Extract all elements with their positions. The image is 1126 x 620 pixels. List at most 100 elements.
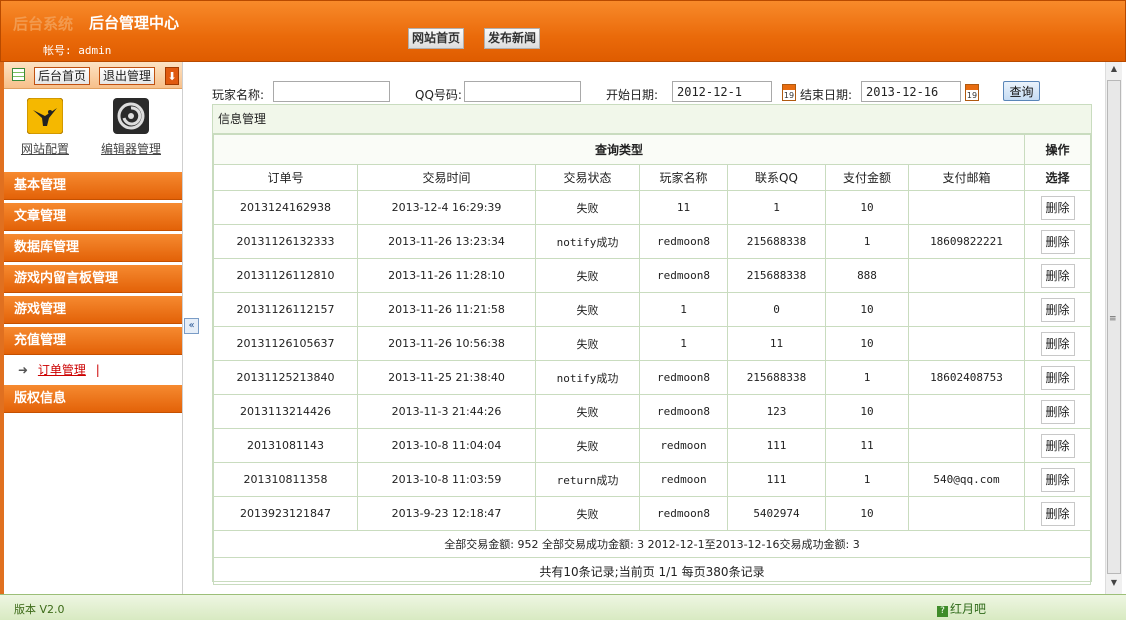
cell-player: 1 <box>639 326 728 361</box>
delete-button[interactable]: 删除 <box>1040 365 1075 390</box>
table-row: 20131081143 2013-10-8 11:04:04 失败 redmoon 11… <box>213 428 1091 463</box>
nav-home-button[interactable]: 网站首页 <box>408 28 465 49</box>
cell-player: redmoon <box>639 462 728 497</box>
main-content: 玩家名称: QQ号码: 开始日期: 19 结束日期: 19 查询 信息管理 查询… <box>200 62 1105 594</box>
cell-player: redmoon8 <box>639 360 728 395</box>
player-name-label: 玩家名称: <box>212 88 265 102</box>
vertical-scrollbar[interactable]: ▲ ≡ ▼ <box>1105 62 1122 594</box>
menu-recharge[interactable]: 充值管理 <box>4 327 182 355</box>
quick-site-config[interactable]: 网站配置 <box>10 97 80 157</box>
cell-qq: 111 <box>727 462 826 497</box>
end-calendar-icon[interactable]: 19 <box>965 84 979 101</box>
delete-button[interactable]: 删除 <box>1040 501 1075 526</box>
submenu-orders[interactable]: ➜ 订单管理 | <box>18 361 100 378</box>
col-select: 选择 <box>1024 164 1091 191</box>
query-button[interactable]: 查询 <box>1003 81 1040 101</box>
menu-articles[interactable]: 文章管理 <box>4 203 182 231</box>
cell-email <box>908 326 1025 361</box>
menu-basic[interactable]: 基本管理 <box>4 172 182 200</box>
cell-time: 2013-11-26 13:23:34 <box>357 224 536 259</box>
cell-qq: 0 <box>727 292 826 327</box>
cell-order-no: 20131081143 <box>213 428 358 463</box>
cell-email: 18602408753 <box>908 360 1025 395</box>
cell-status: return成功 <box>535 462 640 497</box>
cell-qq: 215688338 <box>727 360 826 395</box>
arrow-down-icon[interactable]: ⬇ <box>165 67 179 85</box>
cell-amount: 10 <box>825 496 909 531</box>
calendar-icon <box>12 68 25 81</box>
scroll-up-icon[interactable]: ▲ <box>1108 64 1120 78</box>
delete-button[interactable]: 删除 <box>1040 399 1075 424</box>
cell-order-no: 2013113214426 <box>213 394 358 429</box>
cell-qq: 123 <box>727 394 826 429</box>
quick-editor-manage-label: 编辑器管理 <box>100 142 161 156</box>
quick-editor-manage[interactable]: 编辑器管理 <box>96 98 166 157</box>
player-name-input[interactable] <box>273 81 390 102</box>
cell-status: 失败 <box>535 258 640 293</box>
cell-amount: 10 <box>825 190 909 225</box>
cell-time: 2013-11-25 21:38:40 <box>357 360 536 395</box>
brand-icon: ? <box>937 606 948 617</box>
qq-input[interactable] <box>464 81 581 102</box>
panel-title: 信息管理 <box>213 105 1091 134</box>
cell-status: 失败 <box>535 326 640 361</box>
cell-action: 删除 <box>1024 360 1091 395</box>
menu-guestbook[interactable]: 游戏内留言板管理 <box>4 265 182 293</box>
cell-action: 删除 <box>1024 394 1091 429</box>
table-row: 20131126132333 2013-11-26 13:23:34 notify成… <box>213 224 1091 259</box>
col-order-no: 订单号 <box>213 164 358 191</box>
cell-qq: 1 <box>727 190 826 225</box>
col-status: 交易状态 <box>535 164 640 191</box>
menu-games[interactable]: 游戏管理 <box>4 296 182 324</box>
cell-email <box>908 428 1025 463</box>
start-date-input[interactable] <box>672 81 772 102</box>
scroll-down-icon[interactable]: ▼ <box>1108 578 1120 592</box>
delete-button[interactable]: 删除 <box>1040 195 1075 220</box>
brand-link[interactable]: ? 红月吧 <box>937 600 986 617</box>
cell-action: 删除 <box>1024 428 1091 463</box>
delete-button[interactable]: 删除 <box>1040 297 1075 322</box>
cell-action: 删除 <box>1024 292 1091 327</box>
spiral-icon <box>113 98 149 134</box>
delete-button[interactable]: 删除 <box>1040 433 1075 458</box>
table-row: 2013923121847 2013-9-23 12:18:47 失败 redmoon… <box>213 496 1091 531</box>
menu-database[interactable]: 数据库管理 <box>4 234 182 262</box>
nav-publish-news-button[interactable]: 发布新闻 <box>484 28 541 49</box>
cell-email <box>908 292 1025 327</box>
sidebar-toolbar: 后台首页 退出管理 ⬇ <box>4 62 182 89</box>
admin-home-button[interactable]: 后台首页 <box>34 67 91 85</box>
cell-status: 失败 <box>535 428 640 463</box>
scroll-thumb[interactable] <box>1107 80 1121 574</box>
cell-time: 2013-11-26 11:21:58 <box>357 292 536 327</box>
cell-amount: 1 <box>825 462 909 497</box>
delete-button[interactable]: 删除 <box>1040 263 1075 288</box>
cell-qq: 215688338 <box>727 258 826 293</box>
menu-copyright[interactable]: 版权信息 <box>4 385 182 413</box>
delete-button[interactable]: 删除 <box>1040 467 1075 492</box>
cell-time: 2013-12-4 16:29:39 <box>357 190 536 225</box>
submenu-orders-link[interactable]: 订单管理 <box>38 363 86 377</box>
cell-time: 2013-10-8 11:03:59 <box>357 462 536 497</box>
bird-icon <box>26 97 64 135</box>
cell-order-no: 20131126112157 <box>213 292 358 327</box>
logout-button[interactable]: 退出管理 <box>99 67 156 85</box>
cell-status: 失败 <box>535 496 640 531</box>
cell-email <box>908 258 1025 293</box>
pagination-text: 共有10条记录;当前页 1/1 每页380条记录 <box>213 557 1091 585</box>
end-date-input[interactable] <box>861 81 961 102</box>
delete-button[interactable]: 删除 <box>1040 331 1075 356</box>
table-row: 201310811358 2013-10-8 11:03:59 return成功 re… <box>213 462 1091 497</box>
collapse-sidebar-button[interactable]: « <box>184 318 199 334</box>
cell-qq: 215688338 <box>727 224 826 259</box>
arrow-right-icon: ➜ <box>18 363 29 377</box>
cell-player: redmoon <box>639 428 728 463</box>
cell-qq: 11 <box>727 326 826 361</box>
end-date-label: 结束日期: <box>800 88 853 102</box>
cell-time: 2013-11-26 10:56:38 <box>357 326 536 361</box>
delete-button[interactable]: 删除 <box>1040 229 1075 254</box>
cell-amount: 10 <box>825 394 909 429</box>
sidebar: 后台首页 退出管理 ⬇ 网站配置 编辑器管理 基本管理 文章管理 数据库管理 游… <box>0 62 183 594</box>
start-date-label: 开始日期: <box>606 88 659 102</box>
cell-time: 2013-11-26 11:28:10 <box>357 258 536 293</box>
start-calendar-icon[interactable]: 19 <box>782 84 796 101</box>
